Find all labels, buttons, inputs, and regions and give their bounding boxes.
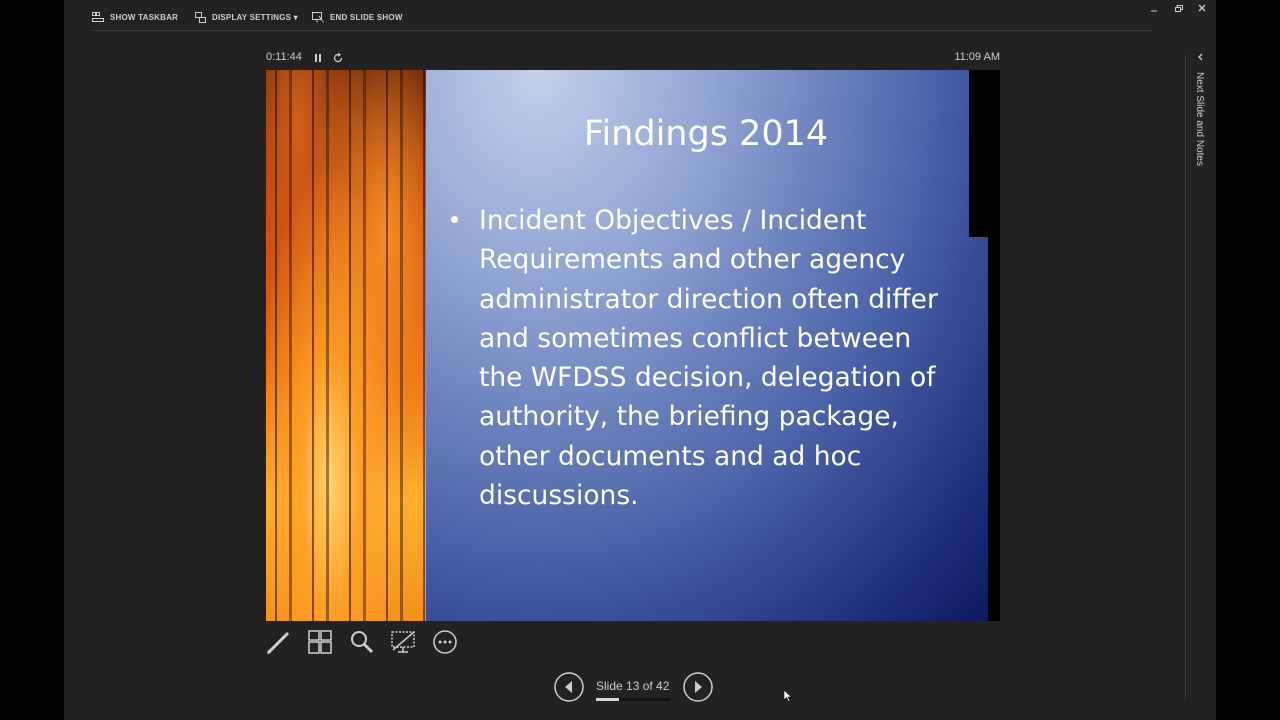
- black-screen-button[interactable]: [390, 629, 416, 655]
- pen-tool-icon: [267, 631, 290, 654]
- mouse-cursor-icon: [784, 690, 792, 702]
- restore-icon: [1175, 5, 1183, 12]
- restart-timer-button[interactable]: [332, 51, 344, 63]
- close-icon: [1198, 4, 1206, 12]
- more-options-icon: [433, 630, 457, 654]
- close-button[interactable]: [1194, 2, 1212, 16]
- minimize-icon: [1151, 10, 1157, 12]
- elapsed-timer: 0:11:44: [266, 51, 302, 63]
- pen-tool-button[interactable]: [266, 629, 292, 655]
- display-settings-icon: [195, 11, 206, 23]
- slide-bullet-text: Incident Objectives / Incident Requireme…: [479, 205, 938, 512]
- next-arrow-icon: [683, 672, 713, 702]
- next-slide-and-notes-toggle[interactable]: Next Slide and Notes: [1194, 72, 1205, 166]
- display-settings-button[interactable]: DISPLAY SETTINGS ▾: [195, 9, 298, 25]
- slide-canvas: Findings 2014 • Incident Objectives / In…: [266, 70, 988, 621]
- forest-fire-image: [266, 70, 426, 621]
- display-settings-label: DISPLAY SETTINGS ▾: [212, 12, 298, 22]
- pause-icon: [315, 54, 321, 62]
- black-bar: [969, 70, 988, 237]
- clock: 11:09 AM: [954, 51, 1000, 63]
- slide-content-panel: Findings 2014 • Incident Objectives / In…: [426, 70, 988, 621]
- current-slide[interactable]: Findings 2014 • Incident Objectives / In…: [266, 70, 1000, 621]
- slide-progress-fill: [596, 698, 620, 701]
- slide-progress-bar: [596, 698, 671, 701]
- see-all-slides-button[interactable]: [307, 629, 333, 655]
- previous-arrow-icon: [554, 672, 584, 702]
- restore-button[interactable]: [1170, 2, 1188, 16]
- chevron-left-icon[interactable]: [1196, 52, 1206, 62]
- more-options-button[interactable]: [432, 629, 458, 655]
- show-taskbar-label: SHOW TASKBAR: [110, 12, 179, 22]
- toolbar-divider: [92, 30, 1152, 31]
- next-slide-button[interactable]: [683, 672, 713, 702]
- taskbar-icon: [92, 12, 104, 22]
- end-show-icon: [312, 11, 324, 23]
- previous-slide-button[interactable]: [554, 672, 584, 702]
- bullet-marker: •: [450, 204, 460, 234]
- black-screen-icon: [391, 631, 415, 653]
- restart-icon: [333, 52, 343, 63]
- notes-panel-divider: [1185, 55, 1186, 700]
- show-taskbar-button[interactable]: SHOW TASKBAR: [92, 9, 178, 25]
- zoom-button[interactable]: [349, 629, 375, 655]
- end-slide-show-button[interactable]: END SLIDE SHOW: [312, 9, 403, 25]
- see-all-slides-icon: [308, 630, 332, 654]
- minimize-button[interactable]: [1146, 2, 1164, 16]
- slide-counter[interactable]: Slide 13 of 42: [596, 679, 669, 693]
- end-slide-show-label: END SLIDE SHOW: [330, 12, 403, 22]
- pause-timer-button[interactable]: [312, 51, 324, 63]
- zoom-icon: [351, 631, 374, 654]
- slide-title: Findings 2014: [583, 114, 829, 154]
- presenter-view: SHOW TASKBAR DISPLAY SETTINGS ▾ END SLID…: [64, 0, 1216, 720]
